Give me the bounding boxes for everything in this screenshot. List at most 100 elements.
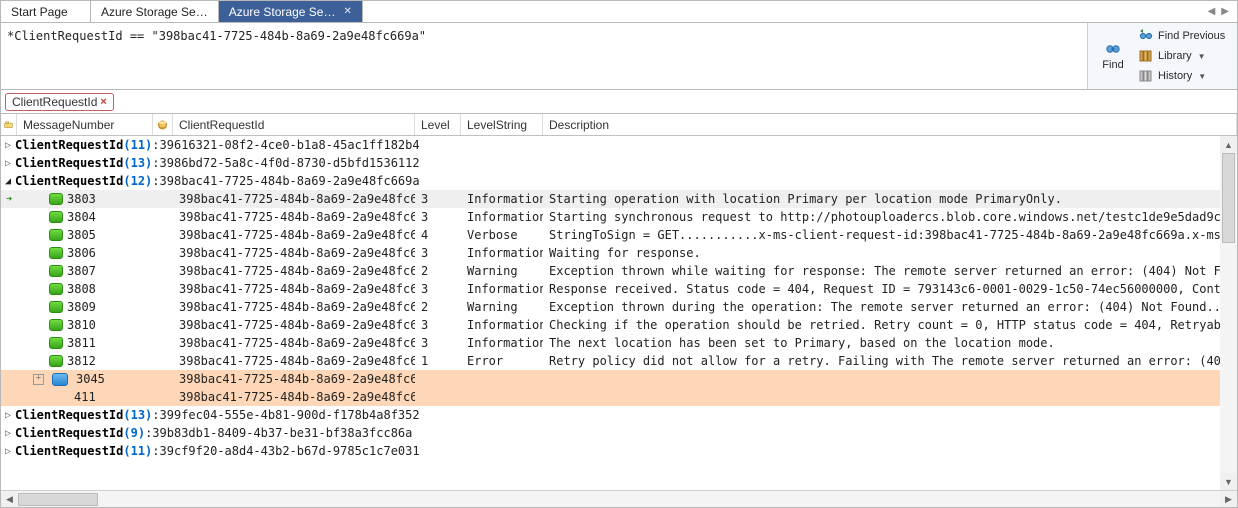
tab-label: Azure Storage Se… [229, 5, 336, 19]
close-icon[interactable]: × [100, 96, 106, 108]
vertical-scrollbar[interactable]: ▲ ▼ [1220, 136, 1237, 490]
close-icon[interactable]: ✕ [343, 6, 351, 17]
find-previous-button[interactable]: Find Previous [1138, 27, 1233, 45]
table-row[interactable]: 3805 398bac41-7725-484b-8a69-2a9e48fc669a… [1, 226, 1237, 244]
cell-level [415, 388, 461, 406]
chevron-right-icon[interactable]: ▷ [1, 158, 15, 169]
row-marker [1, 334, 17, 352]
chevron-right-icon[interactable]: ▷ [1, 410, 15, 421]
cell-status-icon [153, 352, 173, 370]
cell-description: The next location has been set to Primar… [543, 334, 1237, 352]
cell-messagenumber: 3810 [17, 316, 153, 334]
library-button[interactable]: Library ▼ [1138, 47, 1233, 65]
group-label: ClientRequestId [15, 444, 123, 458]
table-row[interactable]: 3808398bac41-7725-484b-8a69-2a9e48fc669a… [1, 280, 1237, 298]
table-row[interactable]: ➜3803398bac41-7725-484b-8a69-2a9e48fc669… [1, 190, 1237, 208]
grid-header-level[interactable]: Level [415, 114, 461, 135]
cell-description: Response received. Status code = 404, Re… [543, 280, 1237, 298]
cell-status-icon [153, 208, 173, 226]
cell-clientrequestid: 398bac41-7725-484b-8a69-2a9e48fc669a [173, 388, 415, 406]
table-row[interactable]: 3809398bac41-7725-484b-8a69-2a9e48fc669a… [1, 298, 1237, 316]
group-id: 398bac41-7725-484b-8a69-2a9e48fc669a [160, 174, 420, 188]
table-row[interactable]: 3804398bac41-7725-484b-8a69-2a9e48fc669a… [1, 208, 1237, 226]
cell-status-icon [153, 280, 173, 298]
table-row[interactable]: 411 398bac41-7725-484b-8a69-2a9e48fc669a [1, 388, 1237, 406]
cell-clientrequestid: 398bac41-7725-484b-8a69-2a9e48fc669a [173, 370, 415, 388]
scroll-up-icon[interactable]: ▲ [1220, 136, 1237, 153]
query-area: *ClientRequestId == "398bac41-7725-484b-… [1, 23, 1237, 90]
group-row[interactable]: ◢ClientRequestId (12): 398bac41-7725-484… [1, 172, 1237, 190]
group-label: ClientRequestId [15, 138, 123, 152]
cell-messagenumber: 411 [17, 388, 153, 406]
grid-header-description[interactable]: Description [543, 114, 1237, 135]
chevron-right-icon[interactable]: ▷ [1, 446, 15, 457]
table-row[interactable]: +3045398bac41-7725-484b-8a69-2a9e48fc669… [1, 370, 1237, 388]
group-count: (12) [123, 174, 152, 188]
scroll-down-icon[interactable]: ▼ [1220, 473, 1237, 490]
grid-header-status[interactable] [153, 114, 173, 135]
group-row[interactable]: ▷ClientRequestId (13): 3986bd72-5a8c-4f0… [1, 154, 1237, 172]
scroll-thumb[interactable] [18, 493, 98, 506]
cell-levelstring: Information [461, 208, 543, 226]
find-previous-label: Find Previous [1158, 30, 1225, 42]
row-marker [1, 370, 17, 388]
tab-azure-storage-2[interactable]: Azure Storage Se… ✕ [219, 1, 363, 22]
cell-levelstring: Information [461, 190, 543, 208]
cell-levelstring: Information [461, 280, 543, 298]
grid-header-marker[interactable] [1, 114, 17, 135]
row-marker [1, 388, 17, 406]
scroll-right-icon[interactable]: ▶ [1220, 491, 1237, 507]
cell-status-icon [153, 190, 173, 208]
cell-levelstring: Verbose [461, 226, 543, 244]
cell-status-icon [153, 316, 173, 334]
query-input[interactable]: *ClientRequestId == "398bac41-7725-484b-… [1, 23, 1087, 87]
status-pill-icon [49, 337, 63, 349]
table-row[interactable]: 3811398bac41-7725-484b-8a69-2a9e48fc669a… [1, 334, 1237, 352]
cell-levelstring: Error [461, 352, 543, 370]
horizontal-scrollbar[interactable]: ◀ ▶ [1, 490, 1237, 507]
grid-header-messagenumber[interactable]: MessageNumber [17, 114, 153, 135]
cell-messagenumber: 3806 [17, 244, 153, 262]
tab-next-icon[interactable]: ▶ [1219, 6, 1231, 17]
tab-azure-storage-1[interactable]: Azure Storage Se… [91, 1, 219, 22]
scroll-track[interactable] [1220, 153, 1237, 473]
group-row[interactable]: ▷ClientRequestId (11): 39cf9f20-a8d4-43b… [1, 442, 1237, 460]
status-pill-icon [49, 355, 63, 367]
table-row[interactable]: 3807398bac41-7725-484b-8a69-2a9e48fc669a… [1, 262, 1237, 280]
grid-header-levelstring[interactable]: LevelString [461, 114, 543, 135]
status-pill-icon [49, 319, 63, 331]
group-label: ClientRequestId [15, 408, 123, 422]
chevron-down-icon[interactable]: ◢ [1, 176, 15, 187]
tab-prev-icon[interactable]: ◀ [1206, 6, 1218, 17]
cell-messagenumber: 3805 [17, 226, 153, 244]
tab-start-page[interactable]: Start Page [1, 1, 91, 22]
table-row[interactable]: 3812398bac41-7725-484b-8a69-2a9e48fc669a… [1, 352, 1237, 370]
scroll-thumb[interactable] [1222, 153, 1235, 243]
group-row[interactable]: ▷ClientRequestId (13): 399fec04-555e-4b8… [1, 406, 1237, 424]
scroll-track[interactable] [18, 491, 1220, 507]
group-label: ClientRequestId [15, 426, 123, 440]
cell-clientrequestid: 398bac41-7725-484b-8a69-2a9e48fc669a [173, 226, 415, 244]
tab-strip: Start Page Azure Storage Se… Azure Stora… [1, 1, 1237, 23]
chevron-right-icon[interactable]: ▷ [1, 428, 15, 439]
cell-level: 3 [415, 208, 461, 226]
group-row[interactable]: ▷ClientRequestId (11): 39616321-08f2-4ce… [1, 136, 1237, 154]
chevron-right-icon[interactable]: ▷ [1, 140, 15, 151]
table-row[interactable]: 3806 398bac41-7725-484b-8a69-2a9e48fc669a… [1, 244, 1237, 262]
cell-description: Starting operation with location Primary… [543, 190, 1237, 208]
grid-header-clientrequestid[interactable]: ClientRequestId [173, 114, 415, 135]
library-icon [1138, 48, 1154, 64]
history-button[interactable]: History ▼ [1138, 67, 1233, 85]
status-pill-icon [49, 193, 63, 205]
cell-status-icon [153, 298, 173, 316]
cell-status-icon [153, 388, 173, 406]
find-button[interactable]: Find [1092, 27, 1134, 85]
cell-clientrequestid: 398bac41-7725-484b-8a69-2a9e48fc669a [173, 298, 415, 316]
scroll-left-icon[interactable]: ◀ [1, 491, 18, 507]
table-row[interactable]: 3810398bac41-7725-484b-8a69-2a9e48fc669a… [1, 316, 1237, 334]
group-row[interactable]: ▷ClientRequestId (9): 39b83db1-8409-4b37… [1, 424, 1237, 442]
cell-clientrequestid: 398bac41-7725-484b-8a69-2a9e48fc669a [173, 244, 415, 262]
filter-chip-clientrequestid[interactable]: ClientRequestId × [5, 93, 114, 111]
row-marker [1, 262, 17, 280]
expand-icon[interactable]: + [33, 374, 44, 385]
